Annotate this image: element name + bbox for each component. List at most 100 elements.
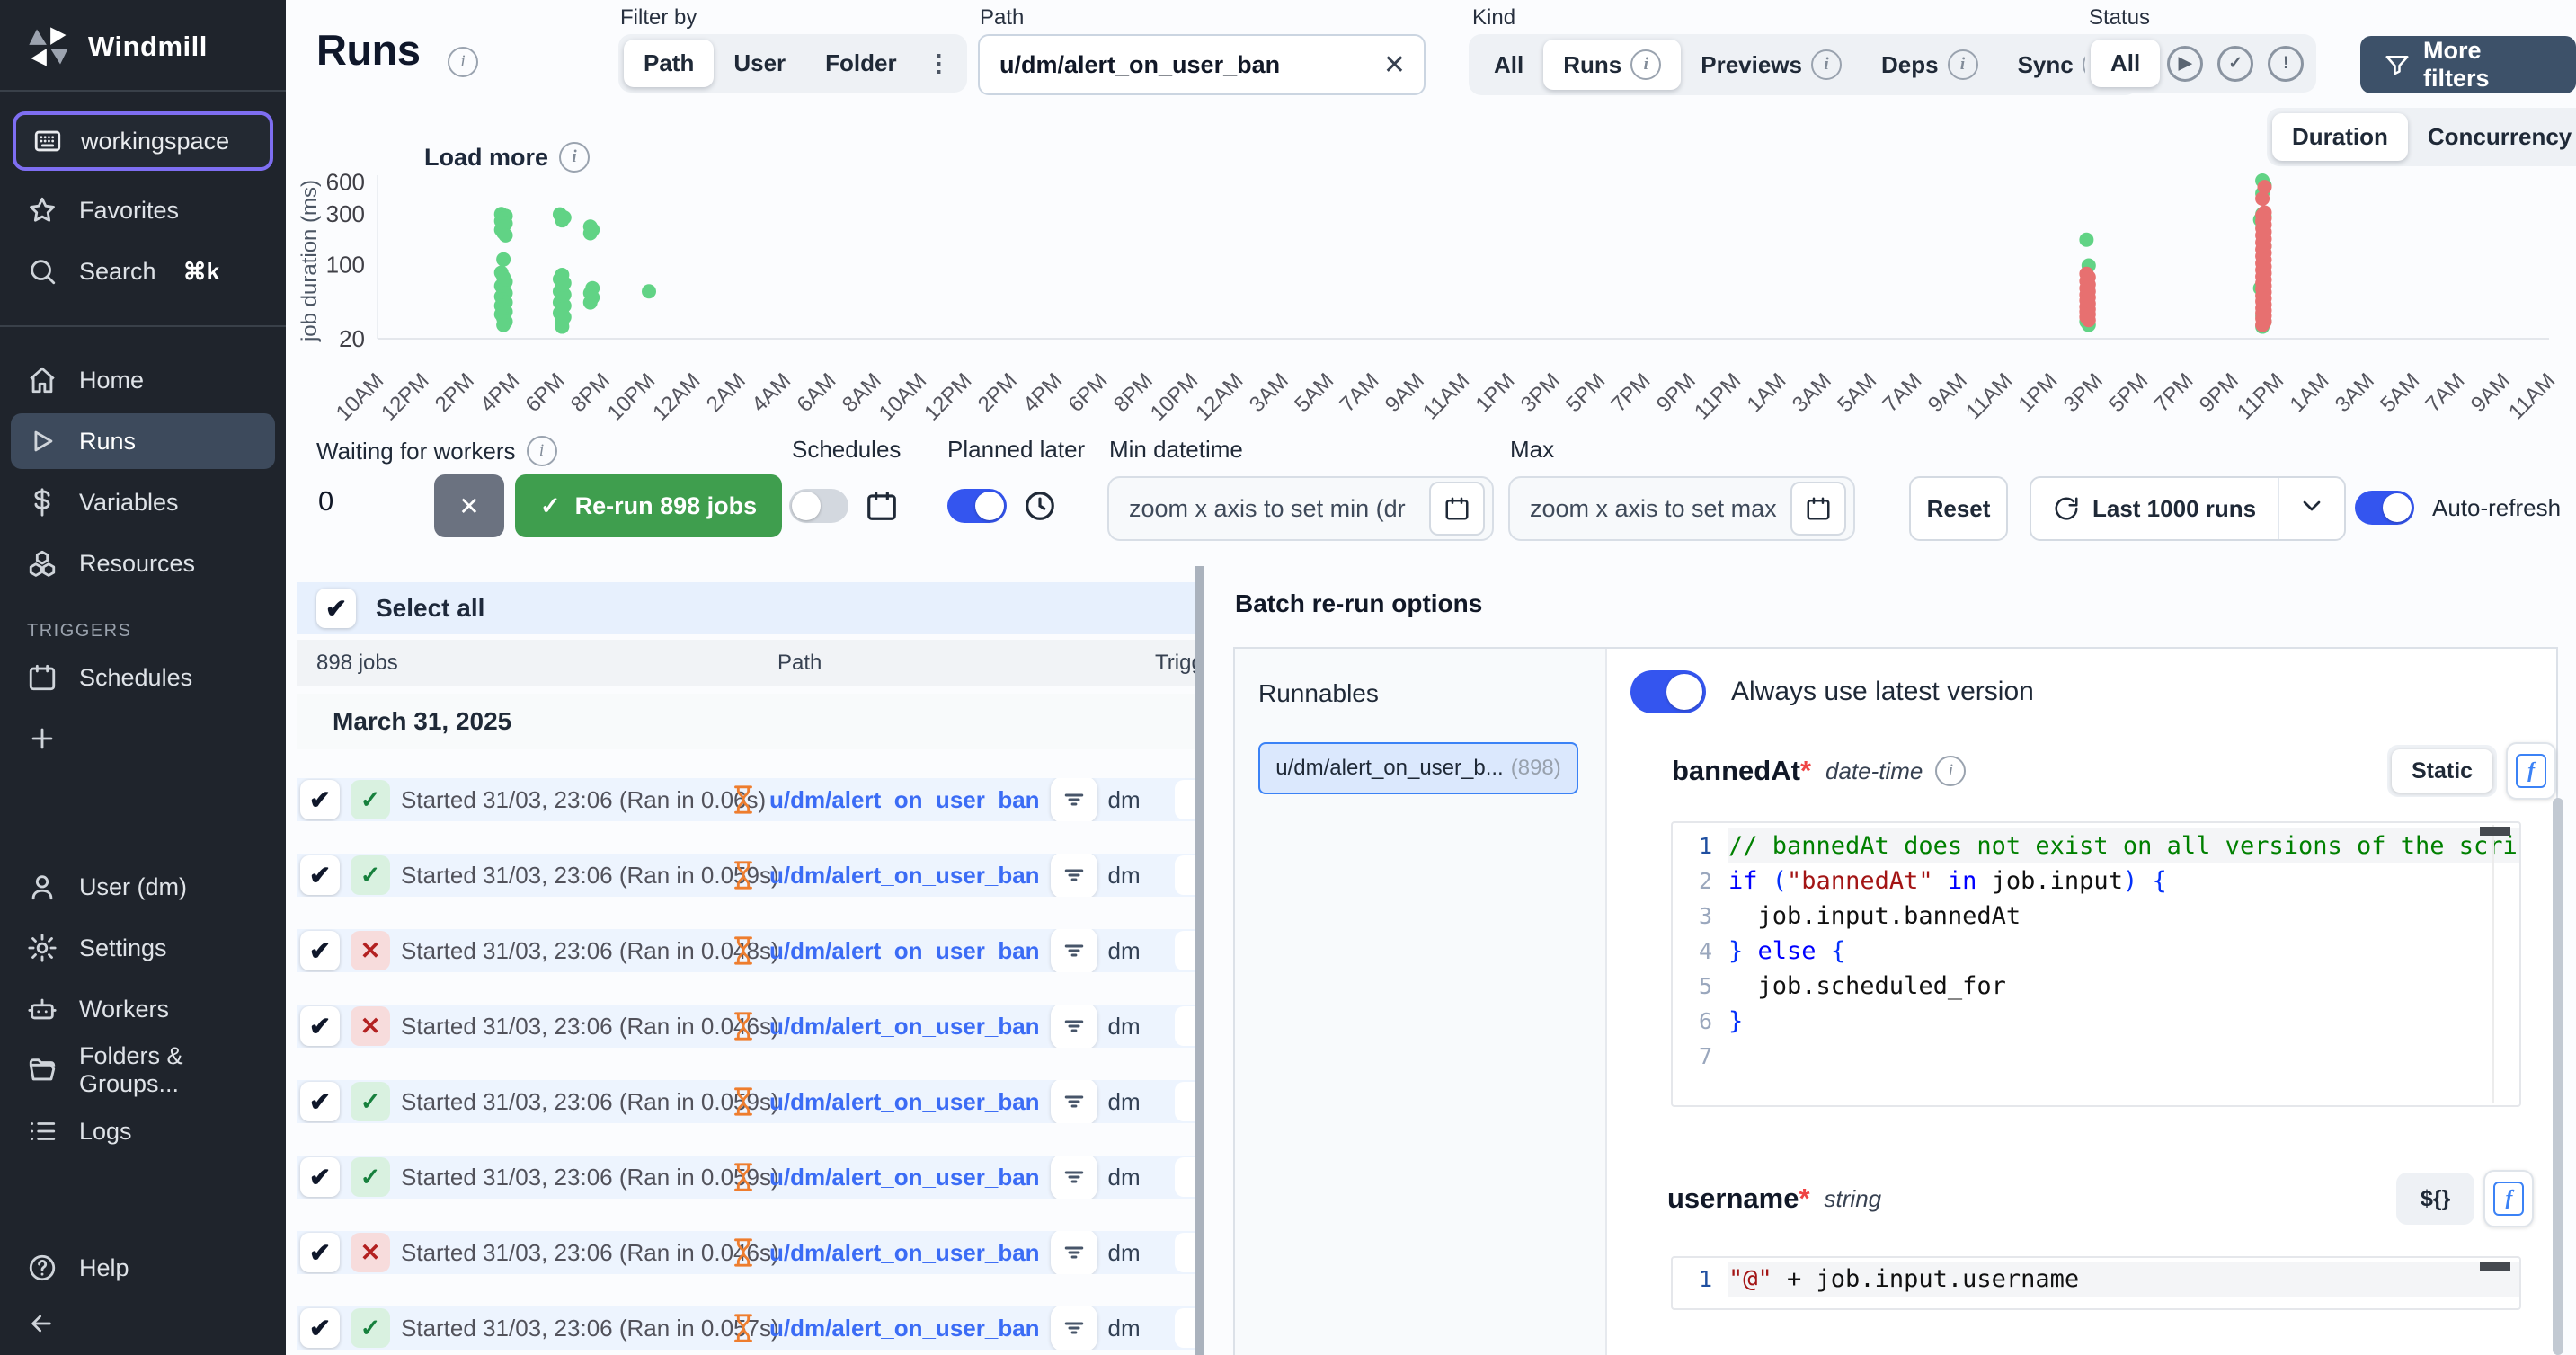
- max-datetime-calendar-button[interactable]: [1790, 482, 1846, 536]
- sidebar-item-runs[interactable]: Runs: [11, 413, 275, 469]
- clear-path-icon[interactable]: ✕: [1383, 49, 1406, 81]
- sidebar-item-home[interactable]: Home: [0, 352, 286, 408]
- planned-later-toggle[interactable]: [947, 489, 1007, 523]
- editor-scrollbar[interactable]: [2480, 1262, 2510, 1271]
- row-overflow-button[interactable]: [1175, 855, 1195, 895]
- min-datetime-calendar-button[interactable]: [1429, 482, 1485, 536]
- sidebar-item-user[interactable]: User (dm): [0, 859, 286, 915]
- rerun-jobs-button[interactable]: ✓ Re-run 898 jobs: [515, 474, 782, 537]
- row-overflow-button[interactable]: [1175, 780, 1195, 819]
- row-filter-button[interactable]: [1051, 1005, 1097, 1048]
- status-running-option[interactable]: ▶: [2160, 40, 2210, 87]
- sidebar-item-settings[interactable]: Settings: [0, 920, 286, 976]
- row-filter-button[interactable]: [1051, 1080, 1097, 1123]
- row-checkbox[interactable]: ✔: [300, 931, 340, 970]
- run-row[interactable]: ✔ ✕ Started 31/03, 23:06 (Ran in 0.046s)…: [297, 1005, 1195, 1048]
- editor-scrollbar[interactable]: [2480, 827, 2510, 836]
- sidebar-item-workers[interactable]: Workers: [0, 981, 286, 1037]
- run-path-link[interactable]: u/dm/alert_on_user_ban: [769, 1315, 1040, 1342]
- reset-button[interactable]: Reset: [1909, 476, 2008, 541]
- row-overflow-button[interactable]: [1175, 1082, 1195, 1121]
- latest-version-toggle[interactable]: [1630, 670, 1706, 713]
- row-filter-button[interactable]: [1051, 778, 1097, 821]
- panel-resize-handle[interactable]: [1195, 566, 1204, 1355]
- row-overflow-button[interactable]: [1175, 1006, 1195, 1046]
- select-all-checkbox[interactable]: ✔: [316, 589, 356, 628]
- run-row[interactable]: ✔ ✓ Started 31/03, 23:06 (Ran in 0.059s)…: [297, 854, 1195, 897]
- last-runs-refresh[interactable]: Last 1000 runs: [2031, 495, 2278, 523]
- duration-scatter-chart[interactable]: job duration (ms)6003001002010AM12PM2PM4…: [297, 108, 2576, 424]
- static-mode-button[interactable]: Static: [2392, 749, 2492, 793]
- filter-by-path-option[interactable]: Path: [624, 40, 714, 87]
- sidebar-add-trigger-button[interactable]: [0, 711, 286, 766]
- row-filter-button[interactable]: [1051, 929, 1097, 972]
- row-overflow-button[interactable]: [1175, 1308, 1195, 1348]
- run-row[interactable]: ✔ ✓ Started 31/03, 23:06 (Ran in 0.059s)…: [297, 1080, 1195, 1123]
- filter-by-more-icon[interactable]: ⋮: [917, 40, 962, 87]
- filter-by-folder-option[interactable]: Folder: [805, 40, 916, 87]
- batch-panel-scrollbar[interactable]: [2553, 798, 2563, 1355]
- sidebar-item-folders[interactable]: Folders & Groups...: [0, 1042, 286, 1098]
- run-path-link[interactable]: u/dm/alert_on_user_ban: [769, 1164, 1040, 1191]
- row-overflow-button[interactable]: [1175, 1233, 1195, 1272]
- run-path-link[interactable]: u/dm/alert_on_user_ban: [769, 1239, 1040, 1267]
- kind-all-option[interactable]: All: [1474, 41, 1543, 89]
- status-failure-option[interactable]: !: [2261, 40, 2311, 87]
- row-filter-button[interactable]: [1051, 854, 1097, 897]
- template-mode-button[interactable]: ${}: [2401, 1177, 2470, 1220]
- row-overflow-button[interactable]: [1175, 1157, 1195, 1197]
- filter-by-user-option[interactable]: User: [714, 40, 805, 87]
- status-all-option[interactable]: All: [2091, 40, 2160, 87]
- run-path-link[interactable]: u/dm/alert_on_user_ban: [769, 1013, 1040, 1041]
- run-path-link[interactable]: u/dm/alert_on_user_ban: [769, 862, 1040, 890]
- sidebar-item-resources[interactable]: Resources: [0, 536, 286, 591]
- max-datetime-input[interactable]: [1528, 494, 1790, 524]
- row-checkbox[interactable]: ✔: [300, 1308, 340, 1348]
- status-success-option[interactable]: ✓: [2210, 40, 2261, 87]
- last-runs-dropdown[interactable]: [2279, 492, 2344, 527]
- runnable-item[interactable]: u/dm/alert_on_user_b... (898): [1258, 742, 1578, 794]
- row-checkbox[interactable]: ✔: [300, 1082, 340, 1121]
- bannedat-js-mode-button[interactable]: f: [2506, 742, 2556, 800]
- row-overflow-button[interactable]: [1175, 931, 1195, 970]
- sidebar-collapse-button[interactable]: [0, 1301, 286, 1348]
- sidebar-item-favorites[interactable]: Favorites: [0, 182, 286, 238]
- row-filter-button[interactable]: [1051, 1231, 1097, 1274]
- run-row[interactable]: ✔ ✓ Started 31/03, 23:06 (Ran in 0.059s)…: [297, 1156, 1195, 1199]
- row-filter-button[interactable]: [1051, 1156, 1097, 1199]
- more-filters-button[interactable]: More filters: [2360, 36, 2576, 93]
- row-checkbox[interactable]: ✔: [300, 1006, 340, 1046]
- sidebar-item-help[interactable]: Help: [0, 1240, 286, 1296]
- kind-previews-option[interactable]: Previewsi: [1681, 40, 1861, 90]
- row-checkbox[interactable]: ✔: [300, 1157, 340, 1197]
- path-filter-input[interactable]: [998, 50, 1372, 80]
- run-path-link[interactable]: u/dm/alert_on_user_ban: [769, 937, 1040, 965]
- username-js-mode-button[interactable]: f: [2483, 1170, 2534, 1227]
- run-row[interactable]: ✔ ✓ Started 31/03, 23:06 (Ran in 0.057s)…: [297, 1306, 1195, 1350]
- kind-runs-option[interactable]: Runsi: [1543, 40, 1681, 90]
- bannedat-code-editor[interactable]: 1// bannedAt does not exist on all versi…: [1671, 821, 2521, 1107]
- row-filter-button[interactable]: [1051, 1306, 1097, 1350]
- runs-info-icon[interactable]: i: [448, 47, 478, 77]
- username-code-editor[interactable]: 1"@" + job.input.username: [1671, 1256, 2521, 1310]
- cancel-selection-button[interactable]: ✕: [434, 474, 504, 537]
- schedules-toggle[interactable]: [789, 489, 848, 523]
- workspace-switcher[interactable]: workingspace: [13, 111, 273, 171]
- run-row[interactable]: ✔ ✕ Started 31/03, 23:06 (Ran in 0.046s)…: [297, 1231, 1195, 1274]
- kind-deps-option[interactable]: Depsi: [1861, 40, 1998, 90]
- row-checkbox[interactable]: ✔: [300, 780, 340, 819]
- run-path-link[interactable]: u/dm/alert_on_user_ban: [769, 1088, 1040, 1116]
- sidebar-item-variables[interactable]: Variables: [0, 474, 286, 530]
- sidebar-item-schedules[interactable]: Schedules: [0, 650, 286, 705]
- auto-refresh-toggle[interactable]: [2355, 491, 2414, 525]
- min-datetime-input[interactable]: [1127, 494, 1429, 524]
- sidebar-item-logs[interactable]: Logs: [0, 1103, 286, 1159]
- row-checkbox[interactable]: ✔: [300, 855, 340, 895]
- row-checkbox[interactable]: ✔: [300, 1233, 340, 1272]
- sidebar-item-search[interactable]: Search ⌘k: [0, 244, 286, 299]
- run-path-link[interactable]: u/dm/alert_on_user_ban: [769, 786, 1040, 814]
- select-all-row[interactable]: ✔ Select all: [297, 582, 1195, 634]
- info-icon: i: [1811, 49, 1842, 80]
- run-row[interactable]: ✔ ✕ Started 31/03, 23:06 (Ran in 0.048s)…: [297, 929, 1195, 972]
- run-row[interactable]: ✔ ✓ Started 31/03, 23:06 (Ran in 0.06s) …: [297, 778, 1195, 821]
